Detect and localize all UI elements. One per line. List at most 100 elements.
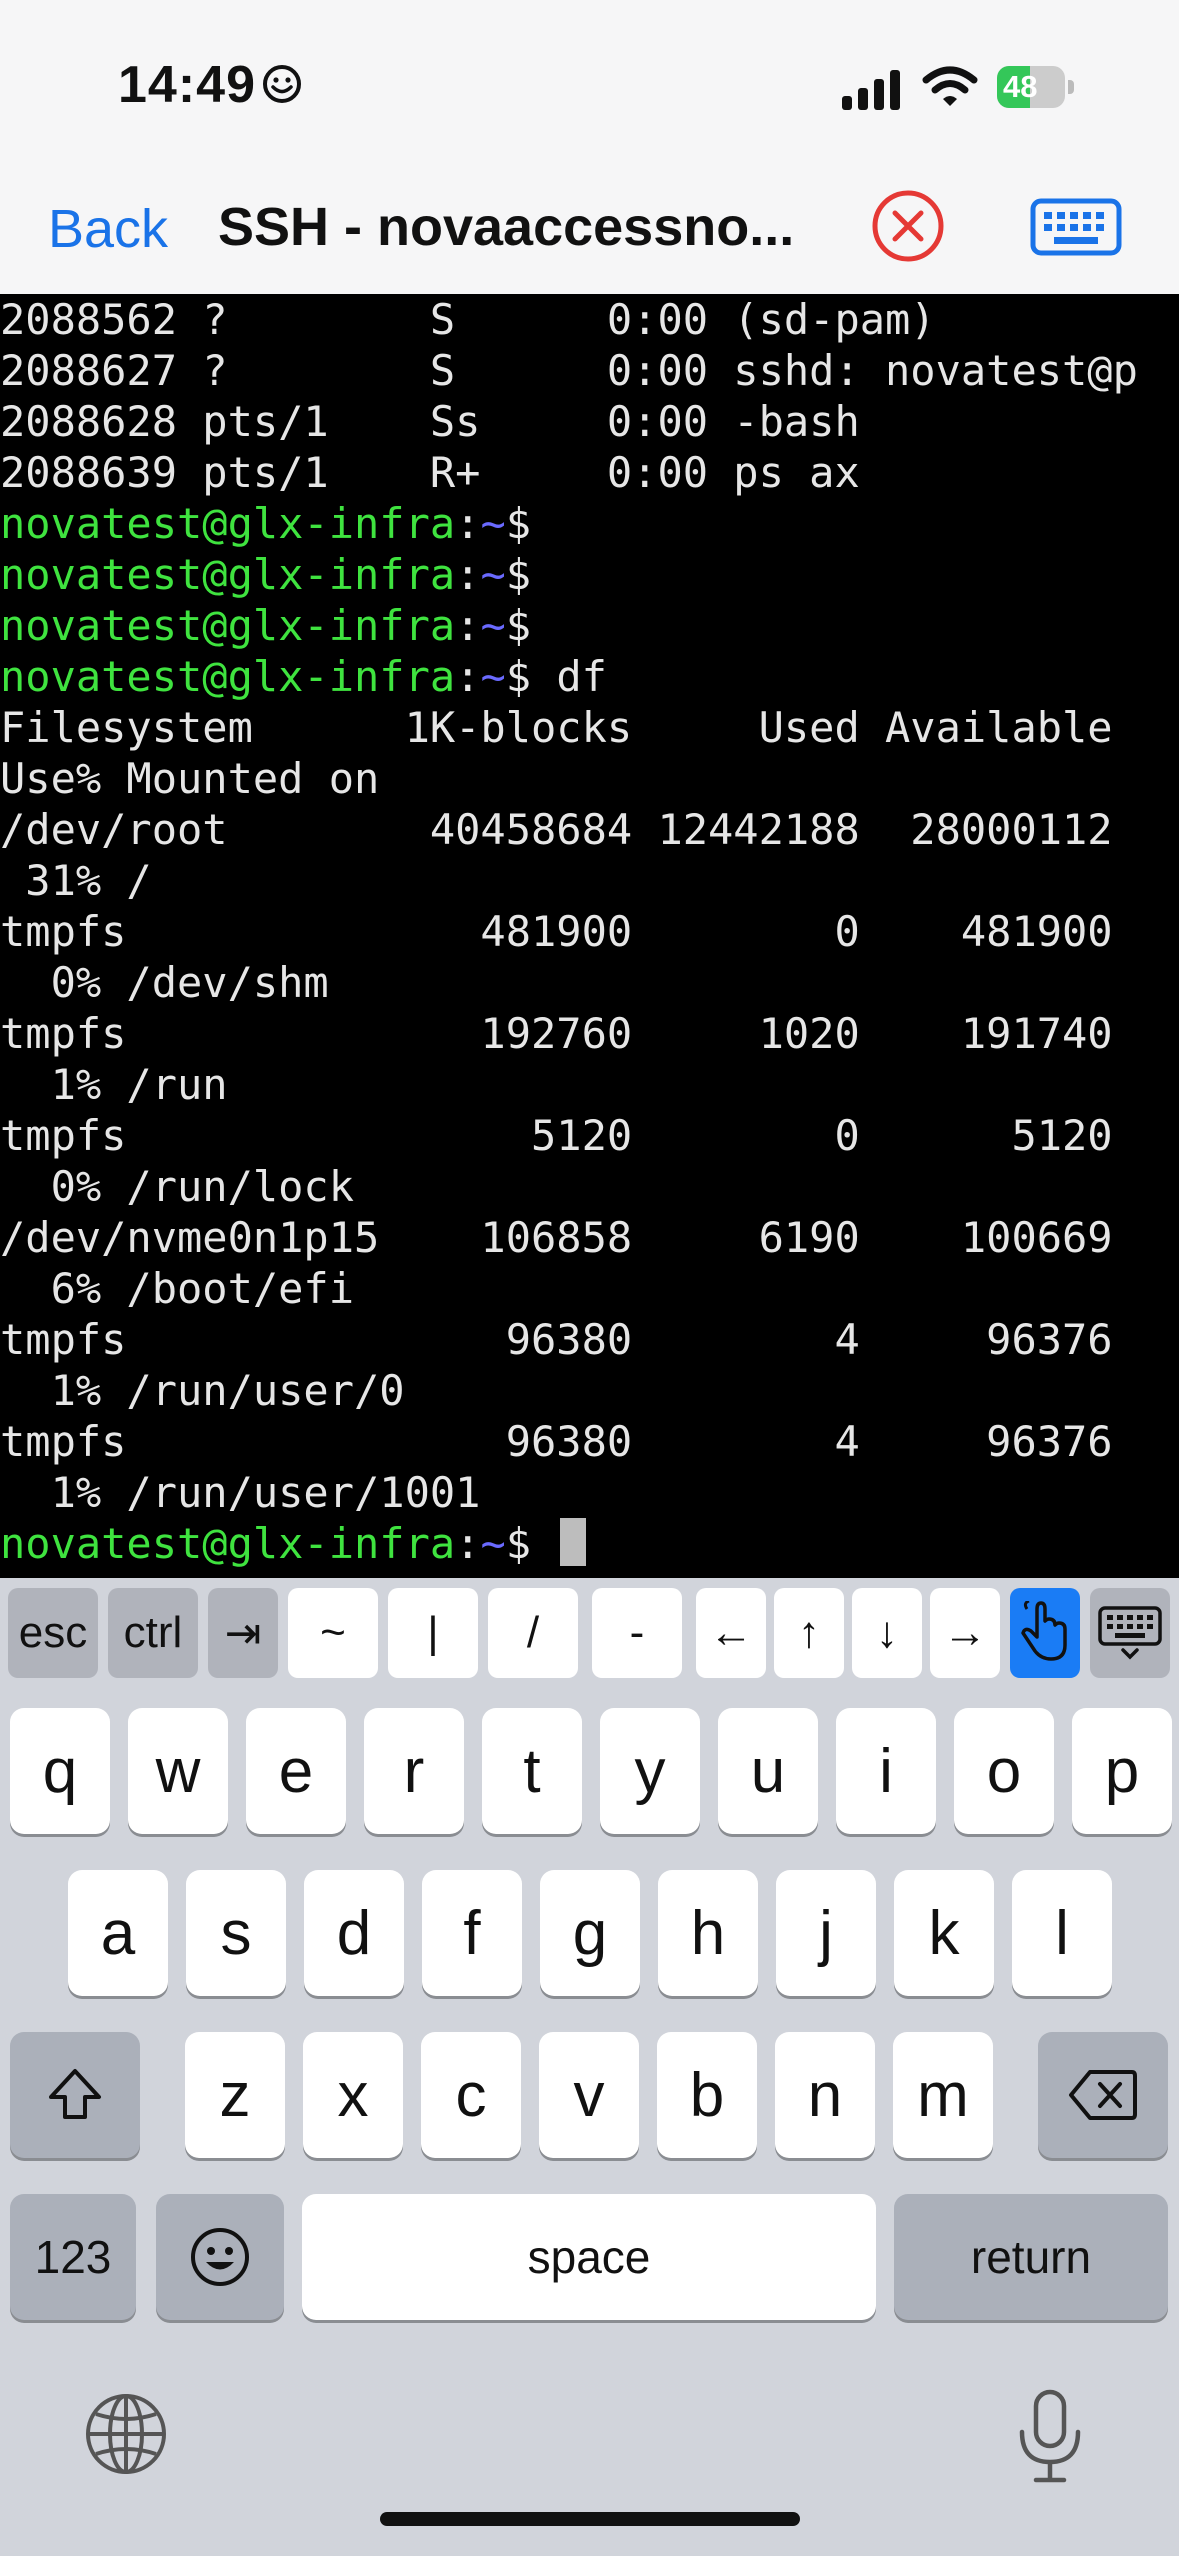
terminal-line: 1% /run/user/0 xyxy=(0,1366,405,1415)
terminal-line: 0% /run/lock xyxy=(0,1162,355,1211)
slash-key[interactable]: / xyxy=(488,1588,578,1678)
terminal-prompt-line: novatest@glx-infra:~$ xyxy=(0,498,531,549)
key-h[interactable]: h xyxy=(658,1870,758,1996)
prompt-user: novatest@glx-infra xyxy=(0,601,456,650)
touch-gesture-key[interactable] xyxy=(1010,1588,1080,1678)
key-x[interactable]: x xyxy=(303,2032,403,2158)
hide-keyboard-key[interactable] xyxy=(1090,1588,1170,1678)
arrow-down-key[interactable]: ↓ xyxy=(852,1588,922,1678)
terminal-line: Use% Mounted on xyxy=(0,754,380,803)
terminal-line: tmpfs 96380 4 96376 xyxy=(0,1417,1113,1466)
key-g[interactable]: g xyxy=(540,1870,640,1996)
key-c[interactable]: c xyxy=(421,2032,521,2158)
key-p[interactable]: p xyxy=(1072,1708,1172,1834)
terminal-cursor xyxy=(560,1518,587,1566)
battery-indicator: 48 xyxy=(997,66,1077,108)
pipe-key[interactable]: | xyxy=(388,1588,478,1678)
key-q[interactable]: q xyxy=(10,1708,110,1834)
wifi-icon xyxy=(922,66,978,106)
prompt-path: ~ xyxy=(480,550,506,599)
prompt-dollar: $ xyxy=(505,601,532,650)
key-w[interactable]: w xyxy=(128,1708,228,1834)
terminal-line: 1% /run/user/1001 xyxy=(0,1468,481,1517)
tilde-key[interactable]: ~ xyxy=(288,1588,378,1678)
key-m[interactable]: m xyxy=(893,2032,993,2158)
ctrl-key[interactable]: ctrl xyxy=(108,1588,198,1678)
key-i[interactable]: i xyxy=(836,1708,936,1834)
key-z[interactable]: z xyxy=(185,2032,285,2158)
key-r[interactable]: r xyxy=(364,1708,464,1834)
globe-icon[interactable] xyxy=(82,2390,170,2478)
arrow-right-key[interactable]: → xyxy=(930,1588,1000,1678)
prompt-dollar: $ xyxy=(505,499,532,548)
prompt-user: novatest@glx-infra xyxy=(0,550,456,599)
session-title: SSH - novaaccessno... xyxy=(218,197,795,257)
prompt-separator: : xyxy=(455,550,481,599)
terminal-prompt-line: novatest@glx-infra:~$ xyxy=(0,549,531,600)
key-s[interactable]: s xyxy=(186,1870,286,1996)
prompt-command: df xyxy=(531,652,607,701)
key-b[interactable]: b xyxy=(657,2032,757,2158)
microphone-icon[interactable] xyxy=(1014,2386,1086,2486)
key-l[interactable]: l xyxy=(1012,1870,1112,1996)
terminal-line: 1% /run xyxy=(0,1060,228,1109)
space-key[interactable]: space xyxy=(302,2194,876,2320)
key-n[interactable]: n xyxy=(775,2032,875,2158)
terminal-accessory-bar: esc ctrl ⇥ ~ | / - ← ↑ ↓ → xyxy=(0,1578,1179,1696)
dash-key[interactable]: - xyxy=(592,1588,682,1678)
prompt-dollar: $ xyxy=(505,652,532,701)
key-d[interactable]: d xyxy=(304,1870,404,1996)
key-a[interactable]: a xyxy=(68,1870,168,1996)
esc-key[interactable]: esc xyxy=(8,1588,98,1678)
key-v[interactable]: v xyxy=(539,2032,639,2158)
shift-key[interactable] xyxy=(10,2032,140,2158)
key-e[interactable]: e xyxy=(246,1708,346,1834)
terminal-output[interactable]: 2088562 ? S 0:00 (sd-pam) 2088627 ? S 0:0… xyxy=(0,294,1179,1578)
battery-percentage: 48 xyxy=(1003,69,1038,104)
navigation-bar: Back SSH - novaaccessno... xyxy=(0,160,1179,294)
prompt-command xyxy=(531,1519,556,1568)
cellular-signal-icon xyxy=(842,70,900,110)
arrow-left-key[interactable]: ← xyxy=(696,1588,766,1678)
prompt-user: novatest@glx-infra xyxy=(0,652,456,701)
key-j[interactable]: j xyxy=(776,1870,876,1996)
back-button[interactable]: Back xyxy=(48,198,168,260)
backspace-key[interactable] xyxy=(1038,2032,1168,2158)
terminal-line: 2088639 pts/1 R+ 0:00 ps ax xyxy=(0,448,860,497)
terminal-line: Filesystem 1K-blocks Used Available xyxy=(0,703,1113,752)
terminal-line: tmpfs 481900 0 481900 xyxy=(0,907,1113,956)
terminal-line: 6% /boot/efi xyxy=(0,1264,355,1313)
prompt-path: ~ xyxy=(480,601,506,650)
emoji-key[interactable] xyxy=(156,2194,284,2320)
terminal-prompt-line: novatest@glx-infra:~$ df xyxy=(0,651,607,702)
arrow-up-key[interactable]: ↑ xyxy=(774,1588,844,1678)
key-o[interactable]: o xyxy=(954,1708,1054,1834)
return-key[interactable]: return xyxy=(894,2194,1168,2320)
prompt-path: ~ xyxy=(480,499,506,548)
focus-smiley-icon xyxy=(263,65,301,103)
home-indicator[interactable] xyxy=(380,2512,800,2526)
key-u[interactable]: u xyxy=(718,1708,818,1834)
terminal-line: 2088627 ? S 0:00 sshd: novatest@p xyxy=(0,346,1138,395)
close-session-icon[interactable] xyxy=(868,186,948,266)
emoji-icon xyxy=(191,2228,249,2286)
numbers-key[interactable]: 123 xyxy=(10,2194,136,2320)
prompt-separator: : xyxy=(455,601,481,650)
system-keyboard: 123 space return qwertyuiop asdfghjkl zxcv… xyxy=(0,1696,1179,2556)
delete-backward-icon xyxy=(1069,2070,1137,2120)
key-y[interactable]: y xyxy=(600,1708,700,1834)
prompt-dollar: $ xyxy=(505,550,532,599)
terminal-line: tmpfs 5120 0 5120 xyxy=(0,1111,1113,1160)
status-time: 14:49 xyxy=(118,56,256,114)
terminal-line: 31% / xyxy=(0,856,152,905)
key-f[interactable]: f xyxy=(422,1870,522,1996)
keyboard-dismiss-icon xyxy=(1098,1606,1162,1660)
keyboard-toggle-icon[interactable] xyxy=(1030,198,1122,256)
tab-key[interactable]: ⇥ xyxy=(208,1588,278,1678)
prompt-path: ~ xyxy=(480,1519,506,1568)
key-k[interactable]: k xyxy=(894,1870,994,1996)
key-t[interactable]: t xyxy=(482,1708,582,1834)
terminal-line: /dev/root 40458684 12442188 28000112 xyxy=(0,805,1113,854)
prompt-user: novatest@glx-infra xyxy=(0,1519,456,1568)
prompt-separator: : xyxy=(455,499,481,548)
